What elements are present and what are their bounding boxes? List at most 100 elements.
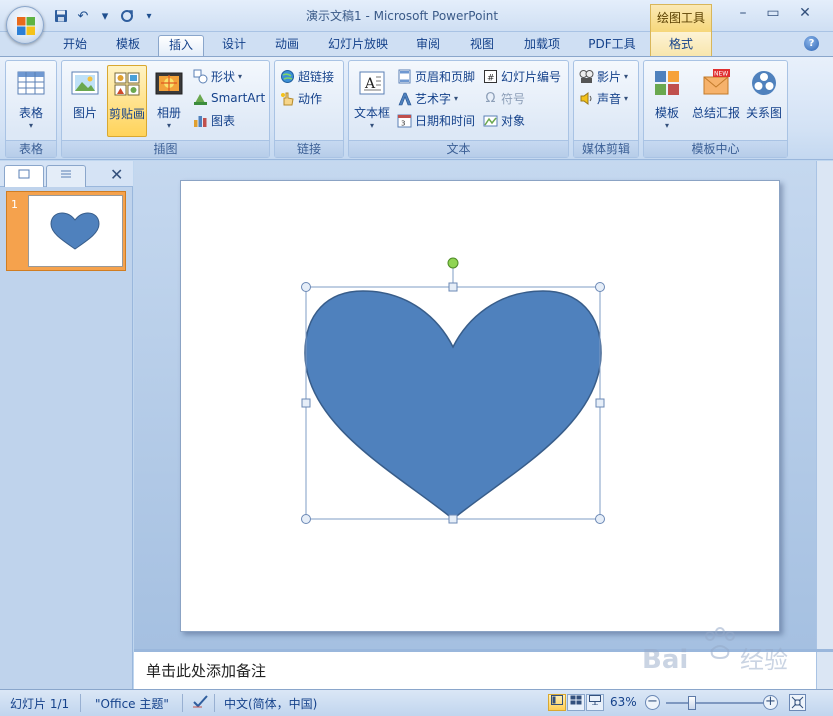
hyperlink-globe-icon bbox=[281, 69, 294, 83]
slideshow-view-button[interactable] bbox=[586, 694, 604, 711]
resize-handle-left[interactable] bbox=[301, 398, 311, 408]
action-button[interactable]: 动作 bbox=[280, 88, 322, 108]
group-text: A 文本框 ▾ 页眉和页脚 艺术字 ▾ 3 日期和时间 # 幻灯片编号 Ω 符号… bbox=[348, 60, 569, 158]
action-hand-icon bbox=[281, 92, 294, 105]
album-button[interactable]: 相册 ▾ bbox=[149, 65, 189, 137]
datetime-button[interactable]: 3 日期和时间 bbox=[397, 110, 475, 130]
minimize-button[interactable]: – bbox=[728, 5, 758, 25]
object-button[interactable]: 对象 bbox=[483, 110, 525, 130]
header-footer-button-label: 页眉和页脚 bbox=[415, 69, 476, 84]
close-panel-icon[interactable]: ✕ bbox=[110, 165, 123, 184]
slides-panel-tabs: ✕ bbox=[0, 161, 133, 187]
textbox-icon: A bbox=[359, 71, 385, 95]
ribbon-tabs: 开始 模板 插入 设计 动画 幻灯片放映 审阅 视图 加载项 PDF工具 格式 bbox=[0, 32, 833, 56]
status-separator bbox=[80, 694, 81, 712]
notes-scrollbar[interactable] bbox=[816, 652, 833, 689]
slide-number-button[interactable]: # 幻灯片编号 bbox=[483, 66, 561, 86]
customize-qat-icon[interactable]: ▾ bbox=[140, 7, 158, 25]
clipart-button[interactable]: 剪贴画 bbox=[107, 65, 147, 137]
maximize-button[interactable]: ▭ bbox=[758, 5, 788, 25]
tab-home[interactable]: 开始 bbox=[52, 35, 98, 56]
quick-access-toolbar: ↶ ▾ ▾ bbox=[52, 6, 158, 26]
relation-diagram-button-label: 关系图 bbox=[745, 106, 782, 120]
shapes-button[interactable]: 形状 ▾ bbox=[193, 66, 242, 86]
tab-view[interactable]: 视图 bbox=[460, 35, 504, 56]
shapes-dropdown-icon: ▾ bbox=[238, 71, 243, 81]
zoom-out-button[interactable]: − bbox=[645, 695, 660, 710]
tab-insert[interactable]: 插入 bbox=[158, 35, 204, 56]
normal-view-button[interactable] bbox=[548, 694, 566, 711]
symbol-button[interactable]: Ω 符号 bbox=[483, 88, 525, 108]
chart-button[interactable]: 图表 bbox=[193, 110, 235, 130]
resize-handle-bottom-right[interactable] bbox=[595, 514, 605, 524]
slide-thumbnail[interactable] bbox=[28, 195, 123, 267]
drawing-tools-context-title: 绘图工具 bbox=[650, 4, 712, 32]
group-label-template-center: 模板中心 bbox=[644, 140, 787, 157]
fit-to-window-button[interactable] bbox=[789, 694, 806, 711]
slide-sorter-view-button[interactable] bbox=[567, 694, 585, 711]
relation-diagram-button[interactable]: 关系图 bbox=[743, 65, 785, 137]
redo-icon[interactable] bbox=[118, 7, 136, 25]
zoom-slider-track[interactable] bbox=[666, 702, 764, 704]
heart-shape[interactable] bbox=[304, 290, 602, 520]
status-language[interactable]: 中文(简体，中国) bbox=[224, 695, 317, 712]
header-footer-button[interactable]: 页眉和页脚 bbox=[397, 66, 475, 86]
template-button[interactable]: 模板 ▾ bbox=[647, 65, 687, 137]
slide-canvas[interactable] bbox=[180, 180, 780, 632]
editor-vertical-scrollbar[interactable] bbox=[816, 161, 833, 649]
tab-slideshow[interactable]: 幻灯片放映 bbox=[320, 35, 396, 56]
tab-outline-view[interactable] bbox=[46, 165, 86, 187]
sound-button[interactable]: 声音 ▾ bbox=[579, 88, 628, 108]
zoom-level[interactable]: 63% bbox=[610, 695, 637, 709]
window-title: 演示文稿1 - Microsoft PowerPoint bbox=[306, 9, 499, 23]
save-icon[interactable] bbox=[52, 7, 70, 25]
fit-window-icon bbox=[791, 696, 804, 709]
tab-animation[interactable]: 动画 bbox=[265, 35, 309, 56]
resize-handle-top[interactable] bbox=[448, 282, 458, 292]
resize-handle-top-left[interactable] bbox=[301, 282, 311, 292]
sound-button-label: 声音 bbox=[597, 91, 622, 106]
tab-slides-view[interactable] bbox=[4, 165, 44, 187]
undo-icon[interactable]: ↶ bbox=[74, 7, 92, 25]
slide-content bbox=[301, 257, 605, 524]
zoom-in-button[interactable]: + bbox=[763, 695, 778, 710]
wordart-button[interactable]: 艺术字 ▾ bbox=[397, 88, 458, 108]
movie-button[interactable]: 影片 ▾ bbox=[579, 66, 628, 86]
movie-film-icon bbox=[579, 69, 594, 83]
picture-icon bbox=[71, 71, 99, 95]
new-badge: NEW bbox=[714, 71, 728, 78]
group-illustrations: 图片 剪贴画 相册 ▾ 形状 ▾ SmartArt 图表 插图 bbox=[61, 60, 270, 158]
slide-thumbnail-selected[interactable]: 1 bbox=[6, 191, 126, 271]
status-slide-count: 幻灯片 1/1 bbox=[10, 697, 70, 711]
close-button[interactable]: ✕ bbox=[790, 5, 820, 25]
group-template-center: 模板 ▾ NEW 总结汇报 关系图 模板中心 bbox=[643, 60, 788, 158]
shapes-button-label: 形状 bbox=[211, 69, 236, 84]
summary-report-button[interactable]: NEW 总结汇报 bbox=[690, 65, 742, 137]
textbox-dropdown-icon: ▾ bbox=[369, 121, 374, 130]
textbox-button[interactable]: A 文本框 ▾ bbox=[351, 65, 393, 137]
rotation-handle[interactable] bbox=[447, 257, 459, 269]
picture-button[interactable]: 图片 bbox=[65, 65, 105, 137]
resize-handle-top-right[interactable] bbox=[595, 282, 605, 292]
tab-review[interactable]: 审阅 bbox=[406, 35, 450, 56]
normal-view-icon bbox=[551, 695, 563, 705]
tab-design[interactable]: 设计 bbox=[212, 35, 256, 56]
group-table: 表格 ▾ 表格 bbox=[5, 60, 57, 158]
resize-handle-bottom-left[interactable] bbox=[301, 514, 311, 524]
tab-pdf-tools[interactable]: PDF工具 bbox=[580, 35, 644, 56]
tab-templates[interactable]: 模板 bbox=[106, 35, 150, 56]
help-icon[interactable]: ? bbox=[804, 36, 819, 51]
office-logo-icon bbox=[17, 17, 35, 35]
spelling-check-icon[interactable] bbox=[192, 693, 210, 712]
hyperlink-button[interactable]: 超链接 bbox=[280, 66, 334, 86]
office-button[interactable] bbox=[6, 6, 44, 44]
tab-addins[interactable]: 加载项 bbox=[514, 35, 570, 56]
zoom-slider-thumb[interactable] bbox=[688, 696, 696, 710]
resize-handle-right[interactable] bbox=[595, 398, 605, 408]
table-button[interactable]: 表格 ▾ bbox=[11, 65, 51, 137]
resize-handle-bottom[interactable] bbox=[448, 514, 458, 524]
smartart-button[interactable]: SmartArt bbox=[193, 88, 265, 108]
undo-dropdown-icon[interactable]: ▾ bbox=[96, 7, 114, 25]
tab-format[interactable]: 格式 bbox=[650, 32, 712, 56]
status-theme[interactable]: "Office 主题" bbox=[95, 695, 169, 712]
